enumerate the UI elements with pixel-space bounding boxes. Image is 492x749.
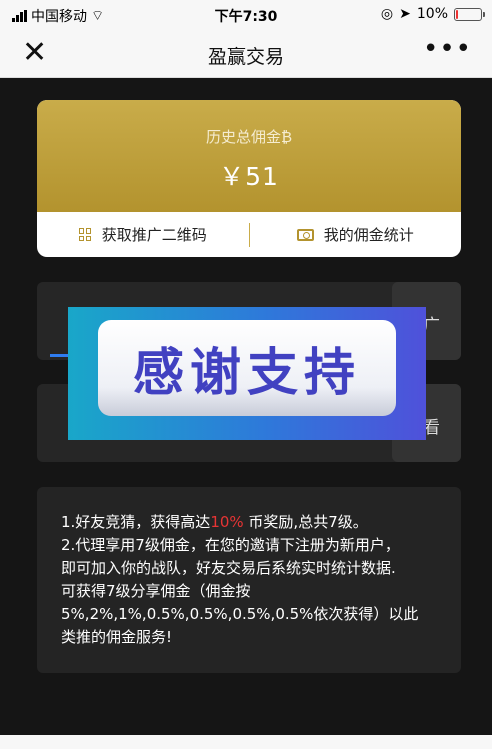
commission-actions: 获取推广二维码 我的佣金统计: [37, 212, 461, 257]
battery-percent: 10%: [416, 6, 448, 22]
get-qr-code-button[interactable]: 获取推广二维码: [37, 224, 249, 245]
navigation-bar: ✕ 盈赢交易 •••: [0, 30, 492, 78]
commission-stats-label: 我的佣金统计: [323, 226, 414, 244]
rule-line-2: 2.代理享用7级佣金，在您的邀请下注册为新用户，: [61, 536, 400, 554]
thanks-card: 感谢支持: [98, 320, 396, 416]
location-icon: ➤: [399, 6, 411, 22]
money-icon: [296, 228, 314, 241]
rule-line-1-suffix: 币奖励,总共7级。: [243, 513, 368, 531]
rule-line-1: 1.好友竞猜，获得高达10% 币奖励,总共7级。: [61, 511, 439, 534]
qr-code-icon: [78, 228, 92, 241]
status-bar: 中国移动 ⌔ 下午7:30 ◎ ➤ 10%: [0, 0, 492, 30]
get-qr-code-label: 获取推广二维码: [101, 226, 207, 244]
lock-rotation-icon: ◎: [380, 6, 394, 22]
commission-label-row: 历史总佣金₿: [37, 100, 461, 147]
page-title: 盈赢交易: [207, 46, 284, 68]
commission-rules-panel: 1.好友竞猜，获得高达10% 币奖励,总共7级。 2.代理享用7级佣金，在您的邀…: [37, 487, 461, 673]
commission-summary: 历史总佣金₿ ￥51: [37, 100, 461, 212]
coin-icon: ₿: [280, 128, 293, 146]
rule-line-5: 5%,2%,1%,0.5%,0.5%,0.5%,0.5%依次获得）以此: [61, 605, 419, 623]
thanks-overlay-image: 感谢支持: [68, 307, 426, 440]
reward-percentage: 10%: [210, 513, 244, 531]
status-right: ◎ ➤ 10%: [380, 6, 485, 22]
bottom-bar: [0, 735, 492, 749]
rule-line-3: 即可加入你的战队，好友交易后系统实时统计数据.: [61, 559, 396, 577]
thanks-text: 感谢支持: [132, 344, 361, 403]
commission-amount: ￥51: [219, 162, 279, 191]
battery-icon: [454, 7, 485, 21]
rule-line-1-prefix: 1.好友竞猜，获得高达: [61, 513, 211, 531]
commission-stats-button[interactable]: 我的佣金统计: [250, 224, 462, 245]
rule-line-6: 类推的佣金服务!: [61, 628, 173, 646]
commission-card: 历史总佣金₿ ￥51 获取推广二维码 我的佣金统计: [37, 100, 461, 257]
battery-fill: [456, 9, 459, 19]
rule-line-4: 可获得7级分享佣金（佣金按: [61, 582, 251, 600]
commission-label: 历史总佣金: [205, 128, 281, 146]
more-menu-icon[interactable]: •••: [423, 34, 472, 64]
